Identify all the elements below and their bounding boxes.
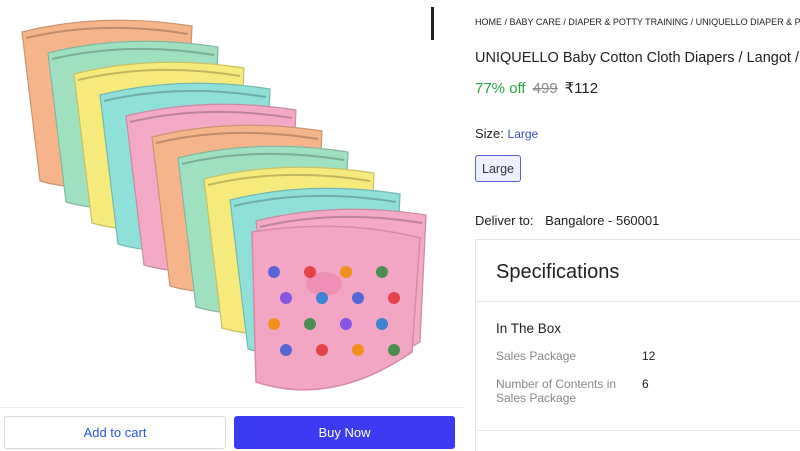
price-row: 77% off 499 ₹112	[475, 79, 598, 97]
size-option-large[interactable]: Large	[475, 155, 521, 182]
spec-value: 6	[642, 377, 649, 391]
product-details: HOME / BABY CARE / DIAPER & POTTY TRAINI…	[463, 0, 800, 451]
add-to-cart-button[interactable]: Add to cart	[4, 416, 226, 449]
diaper-print	[316, 292, 328, 304]
divider	[476, 301, 800, 302]
diaper-print	[352, 292, 364, 304]
spec-key: Sales Package	[496, 349, 577, 363]
purchase-actions: Add to cart Buy Now	[0, 407, 463, 451]
breadcrumb-diaper-potty[interactable]: DIAPER & POTTY TRAINING	[568, 17, 688, 27]
diaper-print	[268, 266, 280, 278]
breadcrumb-uniquello[interactable]: UNIQUELLO DIAPER & POTTY TR	[696, 17, 800, 27]
diaper-print	[316, 344, 328, 356]
size-selector-label: Size: Large	[475, 126, 538, 141]
discount-percent: 77% off	[475, 80, 526, 97]
divider	[476, 430, 800, 431]
diaper-print	[340, 266, 352, 278]
size-label: Size:	[475, 126, 504, 141]
delivery-location: Deliver to: Bangalore - 560001	[475, 213, 659, 228]
diaper-print	[268, 318, 280, 330]
product-image[interactable]	[0, 0, 463, 407]
diaper-print	[388, 344, 400, 356]
diaper-print	[388, 292, 400, 304]
diaper-print	[352, 344, 364, 356]
product-title: UNIQUELLO Baby Cotton Cloth Diapers / La…	[475, 50, 800, 66]
specifications-card: Specifications In The Box Sales Package …	[475, 239, 800, 451]
spec-value: 12	[642, 349, 656, 363]
diaper-print	[280, 292, 292, 304]
product-gallery: Add to cart Buy Now	[0, 0, 463, 451]
breadcrumb: HOME / BABY CARE / DIAPER & POTTY TRAINI…	[475, 17, 800, 27]
diaper-print	[304, 318, 316, 330]
deliver-to-label: Deliver to:	[475, 213, 534, 228]
original-price: 499	[532, 80, 558, 97]
breadcrumb-baby-care[interactable]: BABY CARE	[510, 17, 561, 27]
diaper-print	[280, 344, 292, 356]
diaper-print	[376, 266, 388, 278]
diaper-print	[304, 266, 316, 278]
breadcrumb-home[interactable]: HOME	[475, 17, 502, 27]
selling-price: ₹112	[564, 80, 599, 97]
specifications-title: Specifications	[496, 261, 620, 283]
image-scroll-indicator	[431, 7, 434, 40]
delivery-pincode[interactable]: Bangalore - 560001	[545, 213, 659, 228]
diaper-print	[376, 318, 388, 330]
spec-group-title: In The Box	[496, 321, 562, 336]
diaper-print	[340, 318, 352, 330]
buy-now-button[interactable]: Buy Now	[234, 416, 455, 449]
spec-key: Number of Contents in Sales Package	[496, 377, 617, 405]
selected-size: Large	[507, 127, 539, 141]
